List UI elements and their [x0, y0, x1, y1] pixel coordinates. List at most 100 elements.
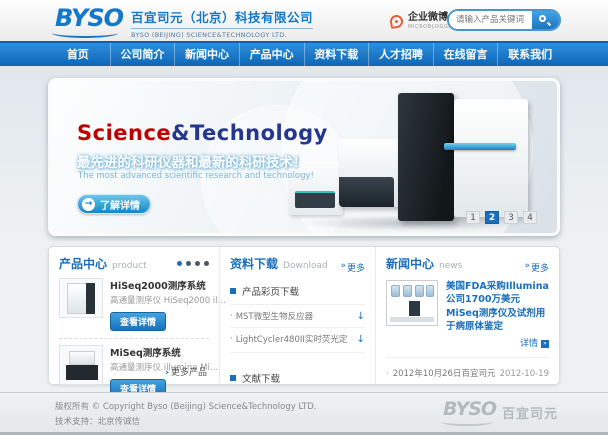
product-thumbnail[interactable]: [59, 345, 103, 385]
nav-item-message[interactable]: 在线留言: [433, 43, 498, 66]
carousel-dot[interactable]: [186, 261, 191, 266]
nav-item-about[interactable]: 公司简介: [110, 43, 175, 66]
news-list-title: 2012年10月26日百宜司元: [393, 367, 496, 379]
view-details-button[interactable]: 查看详情: [110, 312, 166, 331]
nav-item-news[interactable]: 新闻中心: [174, 43, 239, 66]
instrument-small-slot: [295, 191, 335, 208]
news-thumb-shape: [409, 301, 420, 316]
news-list-item[interactable]: · 2012年10月26日百宜司元 2012-10-19: [386, 357, 549, 379]
downloads-more-label: 更多: [347, 261, 365, 274]
carousel-dot[interactable]: [204, 261, 209, 266]
content-panel: 产品中心 product HiSeq2000测序系统 高通量测序仪 HiSeq2…: [48, 246, 560, 385]
product-thumb-panel: [66, 365, 98, 380]
product-center-title-en: product: [112, 261, 147, 271]
product-center-box: 产品中心 product HiSeq2000测序系统 高通量测序仪 HiSeq2…: [49, 247, 219, 384]
dash-bullet-icon: ·: [230, 311, 233, 321]
search-icon: [539, 15, 546, 22]
arrow-right-icon: →: [82, 198, 95, 211]
product-center-header: 产品中心 product: [59, 255, 209, 272]
download-arrow-icon[interactable]: ↓: [357, 311, 365, 322]
product-title[interactable]: HiSeq2000测序系统: [110, 278, 209, 292]
footer-logo: BYSO 百宜司元: [443, 400, 558, 422]
featured-news-text: 美国FDA采购Illumina公司1700万美元MiSeq测序仪及试剂用于病原体…: [446, 280, 549, 349]
banner-pagination: 1 2 3 4: [466, 211, 537, 224]
downloads-box: 资料下载 Download »更多 产品彩页下载 · MST微型生物反应器 ↓ …: [219, 247, 376, 384]
chevron-right-icon: ›: [165, 368, 169, 378]
news-thumb-shape: [403, 285, 412, 297]
news-thumb-caption-bar: [390, 317, 434, 322]
hero-banner: Science&Technology 最先进的科研仪器和最新的科研技术！ The…: [48, 78, 560, 236]
company-name-cn: 百宜司元（北京）科技有限公司: [131, 7, 313, 26]
nav-item-products[interactable]: 产品中心: [239, 43, 304, 66]
featured-news-title[interactable]: 美国FDA采购Illumina公司1700万美元MiSeq测序仪及试剂用于病原体…: [446, 280, 549, 333]
dashed-divider: [59, 338, 209, 339]
product-item: HiSeq2000测序系统 高通量测序仪 HiSeq2000 il… 查看详情: [59, 278, 209, 331]
carousel-dot[interactable]: [195, 261, 200, 266]
download-file-row[interactable]: · LightCycler480II实时荧光定 ↓: [230, 327, 365, 350]
downloads-header: 资料下载 Download »更多: [230, 255, 365, 274]
news-title-en: news: [439, 261, 462, 271]
downloads-title-en: Download: [283, 261, 328, 271]
news-center-box: 新闻中心 news »更多 美国FDA采购Illumina公司1700万美元Mi…: [376, 247, 559, 384]
news-thumb-shape: [415, 285, 424, 297]
downloads-more-link[interactable]: »更多: [340, 261, 365, 274]
product-title[interactable]: MiSeq测序系统: [110, 345, 209, 359]
square-bullet-icon: [230, 375, 236, 381]
banner-page-2-active[interactable]: 2: [485, 211, 499, 224]
banner-page-3[interactable]: 3: [504, 211, 518, 224]
banner-page-1[interactable]: 1: [466, 211, 480, 224]
download-file-row[interactable]: · MST微型生物反应器 ↓: [230, 304, 365, 327]
download-section-brochures[interactable]: 产品彩页下载: [230, 280, 365, 304]
detail-arrow-icon: »: [541, 340, 549, 348]
more-products-label: 更多产品: [171, 368, 207, 378]
nav-item-contact[interactable]: 联系我们: [497, 43, 562, 66]
nav-item-jobs[interactable]: 人才招聘: [368, 43, 433, 66]
divider: [230, 352, 365, 367]
news-list-date: 2012-10-19: [500, 369, 549, 379]
carousel-dot-active[interactable]: [177, 261, 182, 266]
search-button[interactable]: [532, 11, 559, 29]
product-thumb-panel: [86, 283, 95, 314]
footer: 版权所有 © Copyright Byso (Beijing) Science&…: [0, 392, 608, 435]
product-carousel-dots: [177, 261, 209, 266]
downloads-title-cn: 资料下载: [230, 255, 278, 272]
footer-text: 版权所有 © Copyright Byso (Beijing) Science&…: [55, 400, 317, 431]
banner-cta-label: 了解详情: [100, 197, 140, 212]
top-bar: BYSO 百宜司元（北京）科技有限公司 BYSO (BEIJING) SCIEN…: [0, 0, 608, 41]
banner-page-4[interactable]: 4: [523, 211, 537, 224]
banner-subline-en: The most advanced scientific research an…: [78, 171, 314, 181]
banner-headline-cn: 最先进的科研仪器和最新的科研技术！: [77, 151, 307, 171]
download-file-name: MST微型生物反应器: [236, 310, 313, 322]
logo-swoosh-decoration: [52, 28, 118, 38]
main-nav: 首页 公司简介 新闻中心 产品中心 资料下载 人才招聘 在线留言 联系我们: [0, 41, 608, 66]
news-more-label: 更多: [531, 261, 549, 274]
footer-copyright: 版权所有 © Copyright Byso (Beijing) Science&…: [55, 400, 317, 415]
nav-item-home[interactable]: 首页: [46, 43, 110, 66]
news-thumb-shape: [426, 285, 434, 297]
product-thumbnail[interactable]: [59, 278, 103, 318]
company-logo[interactable]: BYSO 百宜司元（北京）科技有限公司 BYSO (BEIJING) SCIEN…: [55, 6, 313, 39]
footer-support: 技术支持：北京传诚信: [55, 415, 317, 430]
search-input[interactable]: [449, 11, 532, 29]
download-arrow-icon[interactable]: ↓: [357, 334, 365, 345]
product-description: 高通量测序仪 HiSeq2000 il…: [110, 294, 209, 306]
square-bullet-icon: [230, 288, 236, 294]
more-products-link[interactable]: ›更多产品: [165, 365, 207, 378]
banner-cta-button[interactable]: → 了解详情: [77, 194, 151, 214]
footer-logo-swoosh: [441, 418, 493, 426]
news-title-cn: 新闻中心: [386, 255, 434, 272]
nav-item-downloads[interactable]: 资料下载: [304, 43, 369, 66]
banner-title-red: Science: [77, 121, 171, 145]
news-header: 新闻中心 news »更多: [386, 255, 549, 274]
logo-names: 百宜司元（北京）科技有限公司 BYSO (BEIJING) SCIENCE&TE…: [131, 7, 313, 39]
page: BYSO 百宜司元（北京）科技有限公司 BYSO (BEIJING) SCIEN…: [0, 0, 608, 435]
news-detail-link[interactable]: 详情»: [446, 336, 549, 349]
news-detail-label: 详情: [520, 339, 538, 349]
news-more-link[interactable]: »更多: [524, 261, 549, 274]
footer-logo-acronym: BYSO: [443, 400, 496, 419]
download-section-literature[interactable]: 文献下载: [230, 367, 365, 391]
news-thumbnail[interactable]: [386, 280, 438, 326]
banner-title-navy: &Technology: [171, 121, 328, 145]
double-arrow-icon: »: [340, 261, 346, 274]
instrument-tower: [398, 93, 454, 221]
